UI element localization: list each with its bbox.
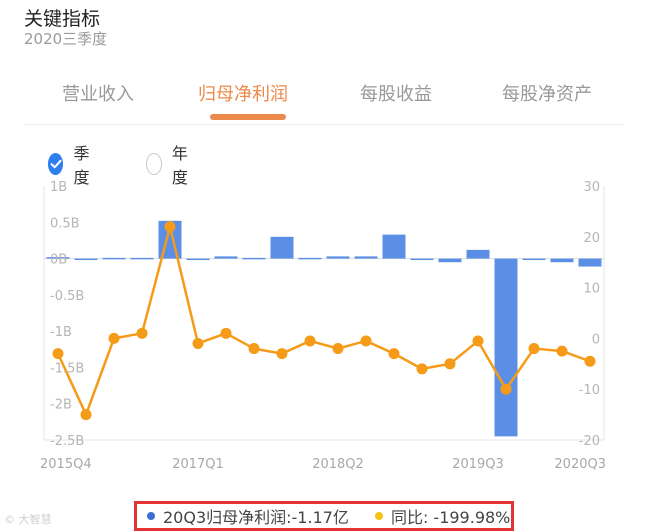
profit-summary-label: 20Q3归母净利润:-1.17亿 bbox=[163, 508, 349, 527]
yoy-point-2017Q3 bbox=[248, 343, 260, 355]
y-left-tick-label: 0.5B bbox=[50, 216, 80, 231]
active-tab-indicator bbox=[210, 114, 286, 120]
metric-tabs: 营业收入 归母净利润 每股收益 每股净资产 bbox=[24, 68, 624, 125]
tab-revenue[interactable]: 营业收入 bbox=[62, 80, 134, 106]
x-tick-label: 2018Q2 bbox=[312, 457, 364, 472]
bar-2020Q2 bbox=[550, 258, 574, 263]
tab-bvps[interactable]: 每股净资产 bbox=[502, 80, 592, 106]
y-left-tick-label: -2.5B bbox=[50, 434, 84, 449]
summary-highlight-box: 20Q3归母净利润:-1.17亿 同比: -199.98% bbox=[134, 501, 514, 531]
bar-2016Q1 bbox=[74, 258, 98, 261]
yoy-point-2017Q1 bbox=[192, 337, 204, 349]
y-left-tick-label: -2B bbox=[50, 398, 72, 413]
check-icon bbox=[48, 153, 64, 175]
bar-2018Q1 bbox=[298, 257, 322, 260]
y-left-tick-label: -0.5B bbox=[50, 289, 84, 304]
tab-net-profit[interactable]: 归母净利润 bbox=[198, 80, 288, 106]
legend-dot-profit bbox=[147, 512, 155, 520]
bar-2017Q2 bbox=[214, 256, 238, 259]
yoy-point-2016Q4 bbox=[164, 221, 176, 233]
y-right-tick-label: -10 bbox=[579, 383, 600, 398]
bar-2017Q3 bbox=[242, 257, 266, 260]
page-title: 关键指标 bbox=[24, 8, 101, 30]
y-right-tick-label: 30 bbox=[583, 180, 600, 195]
y-right-tick-label: 20 bbox=[583, 231, 600, 246]
yoy-point-2019Q4 bbox=[500, 383, 512, 395]
bar-2019Q4 bbox=[494, 258, 518, 437]
bar-2019Q3 bbox=[466, 249, 490, 259]
yoy-point-2016Q3 bbox=[136, 327, 148, 339]
bar-2020Q1 bbox=[522, 258, 546, 261]
yoy-point-2018Q2 bbox=[332, 343, 344, 355]
y-right-tick-label: 10 bbox=[583, 282, 600, 297]
yoy-point-2020Q3 bbox=[584, 355, 596, 367]
yoy-point-2020Q2 bbox=[556, 345, 568, 357]
yoy-point-2019Q3 bbox=[472, 335, 484, 347]
bar-2016Q3 bbox=[130, 257, 154, 260]
bar-2020Q3 bbox=[578, 258, 602, 267]
page-subtitle: 2020三季度 bbox=[24, 30, 108, 48]
x-tick-label: 2020Q3 bbox=[554, 457, 606, 472]
watermark: © 大智慧 bbox=[4, 513, 52, 526]
y-left-tick-label: -1.5B bbox=[50, 361, 84, 376]
yoy-point-2017Q2 bbox=[220, 327, 232, 339]
legend-dot-yoy bbox=[374, 512, 383, 520]
x-tick-label: 2019Q3 bbox=[452, 457, 504, 472]
bar-2017Q4 bbox=[270, 236, 294, 259]
bar-2019Q1 bbox=[410, 258, 434, 261]
yoy-point-2018Q1 bbox=[304, 335, 316, 347]
bar-2017Q1 bbox=[186, 258, 210, 261]
yoy-point-2016Q2 bbox=[108, 332, 120, 344]
bar-2018Q2 bbox=[326, 256, 350, 259]
yoy-point-2019Q1 bbox=[416, 363, 428, 375]
empty-circle-icon bbox=[146, 153, 162, 175]
y-right-tick-label: -20 bbox=[579, 434, 600, 449]
net-profit-chart: 1B 0.5B 0B -0.5B -1B -1.5B -2B -2.5B 30 20 10 0 -10 -… bbox=[40, 180, 606, 472]
yoy-point-2020Q1 bbox=[528, 343, 540, 355]
yoy-summary-label: 同比: -199.98% bbox=[390, 508, 511, 527]
bar-2018Q3 bbox=[354, 256, 378, 259]
yoy-point-2016Q1 bbox=[80, 409, 92, 421]
y-right-tick-label: 0 bbox=[592, 332, 600, 347]
x-tick-label: 2017Q1 bbox=[172, 457, 224, 472]
bar-2019Q2 bbox=[438, 258, 462, 263]
x-tick-label: 2015Q4 bbox=[40, 457, 92, 472]
yoy-point-2015Q4 bbox=[52, 348, 64, 360]
y-left-tick-label: -1B bbox=[50, 325, 72, 340]
y-left-tick-label: 0B bbox=[50, 253, 67, 268]
tab-eps[interactable]: 每股收益 bbox=[360, 80, 432, 106]
bar-2016Q2 bbox=[102, 257, 126, 260]
yoy-point-2018Q4 bbox=[388, 348, 400, 360]
yoy-point-2018Q3 bbox=[360, 335, 372, 347]
y-left-tick-label: 1B bbox=[50, 180, 67, 195]
yoy-point-2019Q2 bbox=[444, 358, 456, 370]
bar-2018Q4 bbox=[382, 234, 406, 259]
yoy-point-2017Q4 bbox=[276, 348, 288, 360]
